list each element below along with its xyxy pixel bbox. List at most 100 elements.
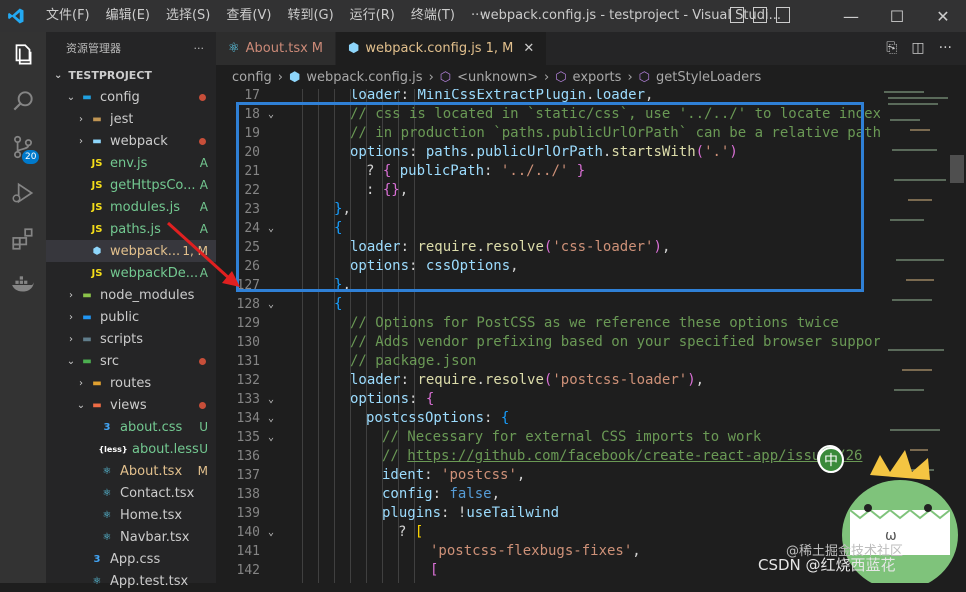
tree-item[interactable]: {less} about.less U [46,438,216,460]
breadcrumb: config › ⬢ webpack.config.js › ⬡ <unknow… [216,65,966,89]
tree-item[interactable]: › ▬ routes [46,372,216,394]
folder-public-icon: ▬ [82,311,92,323]
search-icon[interactable] [0,78,46,124]
tree-item-label: routes [110,375,152,391]
fold-chevron-icon[interactable]: ⌄ [268,428,274,447]
menu-item[interactable]: 编辑(E) [98,0,158,32]
react-icon: ⚛ [102,531,112,543]
chevron-right-icon: › [543,69,550,85]
tree-item[interactable]: › ▬ public [46,306,216,328]
close-tab-icon[interactable]: ✕ [523,41,534,56]
tree-item-label: Home.tsx [120,507,183,523]
csdn-watermark: CSDN @红烧西蓝花 [758,556,896,574]
project-root[interactable]: ⌄ TESTPROJECT [46,64,216,86]
explorer-icon[interactable] [0,32,46,78]
tree-item[interactable]: › ▬ jest [46,108,216,130]
tree-item[interactable]: ⚛ Contact.tsx [46,482,216,504]
tree-item-label: public [100,309,140,325]
tree-item[interactable]: ⌄ ▬ config [46,86,216,108]
code-line: 24 ⌄{ [216,219,880,238]
line-number: 137 [236,468,260,483]
vscode-logo-icon [0,0,32,32]
code-text: postcssOptions: { [366,410,510,426]
breadcrumb-item[interactable]: exports [573,70,622,85]
fold-chevron-icon[interactable]: ⌄ [268,295,274,314]
code-line: 18 ⌄ // css is located in `static/css`, us… [216,105,880,124]
code-editor[interactable]: 17 loader: MiniCssExtractPlugin.loader, 18… [216,89,880,583]
line-number: 132 [236,373,260,388]
code-text: // in production `paths.publicUrlOrPath`… [350,125,880,141]
extensions-icon[interactable] [0,216,46,262]
code-text: options: { [350,391,435,407]
folder-webpack-icon: ▬ [92,135,102,147]
tree-item-label: modules.js [110,199,181,215]
code-text: 'postcss-flexbugs-fixes', [430,543,641,559]
editor-scrollbar[interactable] [950,155,964,183]
tree-item[interactable]: ⚛ About.tsx M [46,460,216,482]
line-number: 138 [236,487,260,502]
git-status: A [199,156,208,170]
fold-chevron-icon[interactable]: ⌄ [268,390,274,409]
chevron-right-icon: › [69,311,73,323]
code-line: 19 // in production `paths.publicUrlOrPat… [216,124,880,143]
webpack-file-icon: ⬢ [92,245,102,257]
run-debug-icon[interactable] [0,170,46,216]
breadcrumb-item[interactable]: getStyleLoaders [656,70,761,85]
tree-item[interactable]: › ▬ scripts [46,328,216,350]
fold-chevron-icon[interactable]: ⌄ [268,105,274,124]
git-status: A [199,178,208,192]
docker-icon[interactable] [0,262,46,308]
fold-chevron-icon[interactable]: ⌄ [268,523,274,542]
code-line: 21 ? { publicPath: '../../' } [216,162,880,181]
code-line: 20 options: paths.publicUrlOrPath.startsW… [216,143,880,162]
compare-changes-icon[interactable]: ⎘ [886,40,897,56]
tree-item[interactable]: JS env.js A [46,152,216,174]
menu-item[interactable]: 转到(G) [279,0,341,32]
explorer-more-button[interactable]: ··· [194,42,205,55]
tree-item[interactable]: ⚛ Home.tsx [46,504,216,526]
breadcrumb-item[interactable]: <unknown> [457,70,538,85]
code-line: 22: {}, [216,181,880,200]
tree-item[interactable]: ⌄ ▬ src [46,350,216,372]
menu-item[interactable]: 文件(F) [38,0,98,32]
code-text: ? [ [398,524,424,540]
react-icon: ⚛ [92,575,102,587]
breadcrumb-item[interactable]: config [232,70,272,85]
chevron-down-icon: ⌄ [76,399,86,411]
line-number: 139 [236,506,260,521]
source-control-icon[interactable]: 20 [0,124,46,170]
tree-item[interactable]: 3 about.css U [46,416,216,438]
code-text: loader: require.resolve('postcss-loader'… [350,372,705,388]
tab-webpack-config[interactable]: ⬢ webpack.config.js 1, M ✕ [336,32,548,65]
split-editor-icon[interactable]: ◫ [911,40,924,56]
tree-item[interactable]: ⌄ ▬ views [46,394,216,416]
fold-chevron-icon[interactable]: ⌄ [268,409,274,428]
react-icon: ⚛ [228,41,240,56]
code-line: 136 // https://github.com/facebook/create… [216,447,880,466]
close-icon[interactable]: ✕ [920,0,966,32]
editor-actions: ⎘ ◫ ··· [886,40,952,56]
minimize-icon[interactable]: — [828,0,874,32]
tree-item[interactable]: ⚛ Navbar.tsx [46,526,216,548]
maximize-icon[interactable]: ☐ [874,0,920,32]
webpack-file-icon: ⬢ [288,69,301,85]
chevron-right-icon: › [69,289,73,301]
chevron-right-icon: › [277,69,283,85]
tree-item[interactable]: JS getHttpsCo... A [46,174,216,196]
tree-item-label: config [100,89,140,105]
tree-item[interactable]: ⚛ App.test.tsx [46,570,216,592]
fold-chevron-icon[interactable]: ⌄ [268,219,274,238]
tab-about-tsx[interactable]: ⚛ About.tsx M [216,32,337,65]
menu-item[interactable]: 运行(R) [342,0,403,32]
breadcrumb-item[interactable]: webpack.config.js [306,70,422,85]
menu-item[interactable]: 选择(S) [158,0,218,32]
tree-item[interactable]: 3 App.css [46,548,216,570]
menu-item[interactable]: 终端(T) [403,0,463,32]
more-actions-icon[interactable]: ··· [939,40,952,56]
menu-item[interactable]: 查看(V) [218,0,279,32]
tree-item[interactable]: › ▬ webpack [46,130,216,152]
js-icon: JS [91,157,103,169]
code-text: plugins: !useTailwind [382,505,560,521]
code-line: 127}, [216,276,880,295]
css-icon: 3 [93,553,101,565]
